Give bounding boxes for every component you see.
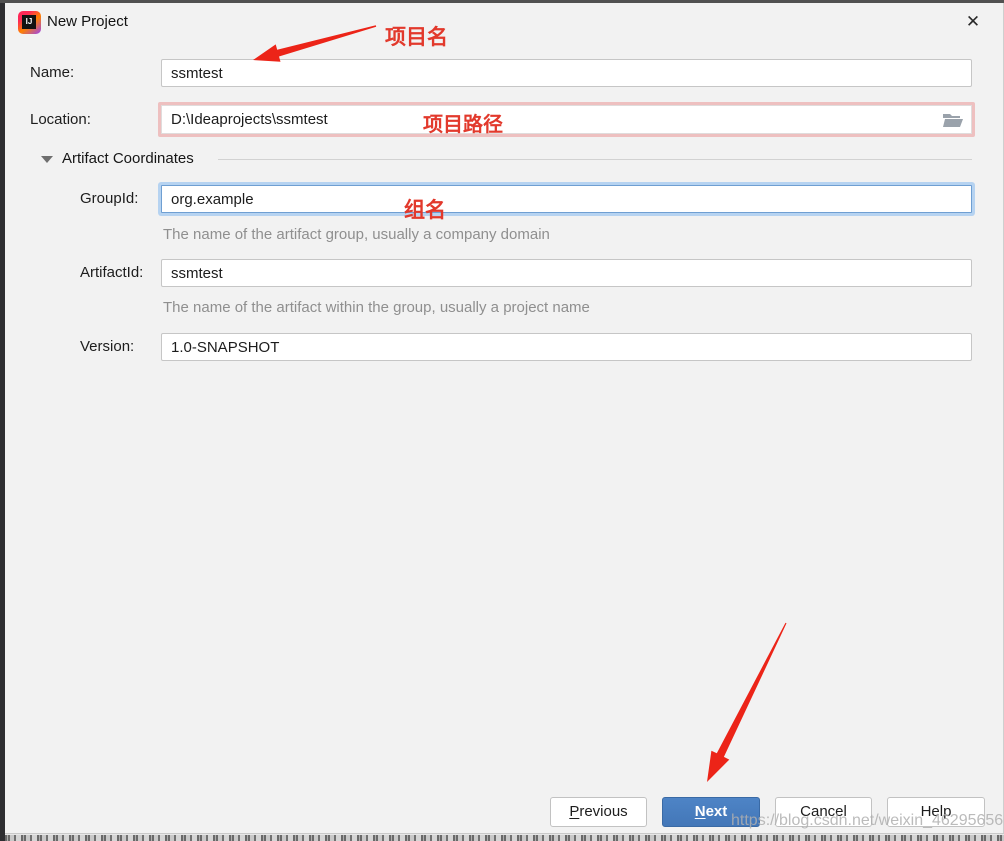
- artifactid-hint: The name of the artifact within the grou…: [163, 299, 590, 316]
- name-label: Name:: [30, 64, 75, 81]
- groupid-label: GroupId:: [80, 190, 139, 207]
- location-label: Location:: [30, 111, 91, 128]
- artifactid-input[interactable]: [161, 259, 972, 287]
- groupid-input[interactable]: [161, 185, 972, 213]
- new-project-dialog: IJ New Project ✕ Name: Location: Artifac…: [0, 0, 1004, 841]
- name-input[interactable]: [161, 59, 972, 87]
- annotation-group-name: 组名: [404, 199, 446, 222]
- groupid-hint: The name of the artifact group, usually …: [163, 226, 550, 243]
- help-button[interactable]: Help: [887, 797, 985, 827]
- location-field-highlight: [158, 102, 975, 137]
- annotation-project-path: 项目路径: [423, 114, 503, 136]
- artifactid-label: ArtifactId:: [80, 264, 144, 281]
- section-divider: [218, 159, 972, 160]
- annotation-project-name: 项目名: [385, 26, 448, 49]
- next-button[interactable]: Next: [662, 797, 760, 827]
- version-input[interactable]: [161, 333, 972, 361]
- previous-button[interactable]: Previous: [550, 797, 647, 827]
- version-label: Version:: [80, 338, 135, 355]
- chevron-down-icon: [41, 156, 53, 163]
- artifact-coordinates-section-toggle[interactable]: Artifact Coordinates: [5, 148, 1004, 170]
- cancel-button[interactable]: Cancel: [775, 797, 872, 827]
- intellij-idea-icon: IJ: [18, 11, 41, 34]
- location-input[interactable]: [161, 105, 972, 134]
- dialog-title: New Project: [47, 13, 128, 30]
- section-title: Artifact Coordinates: [62, 150, 194, 167]
- arrow-to-next-button: [707, 622, 787, 782]
- close-icon[interactable]: ✕: [956, 3, 990, 41]
- background-content-sliver: [5, 833, 1004, 841]
- browse-folder-icon[interactable]: [942, 111, 964, 128]
- background-window-sliver: [0, 3, 5, 841]
- title-bar: IJ New Project ✕: [5, 3, 1004, 41]
